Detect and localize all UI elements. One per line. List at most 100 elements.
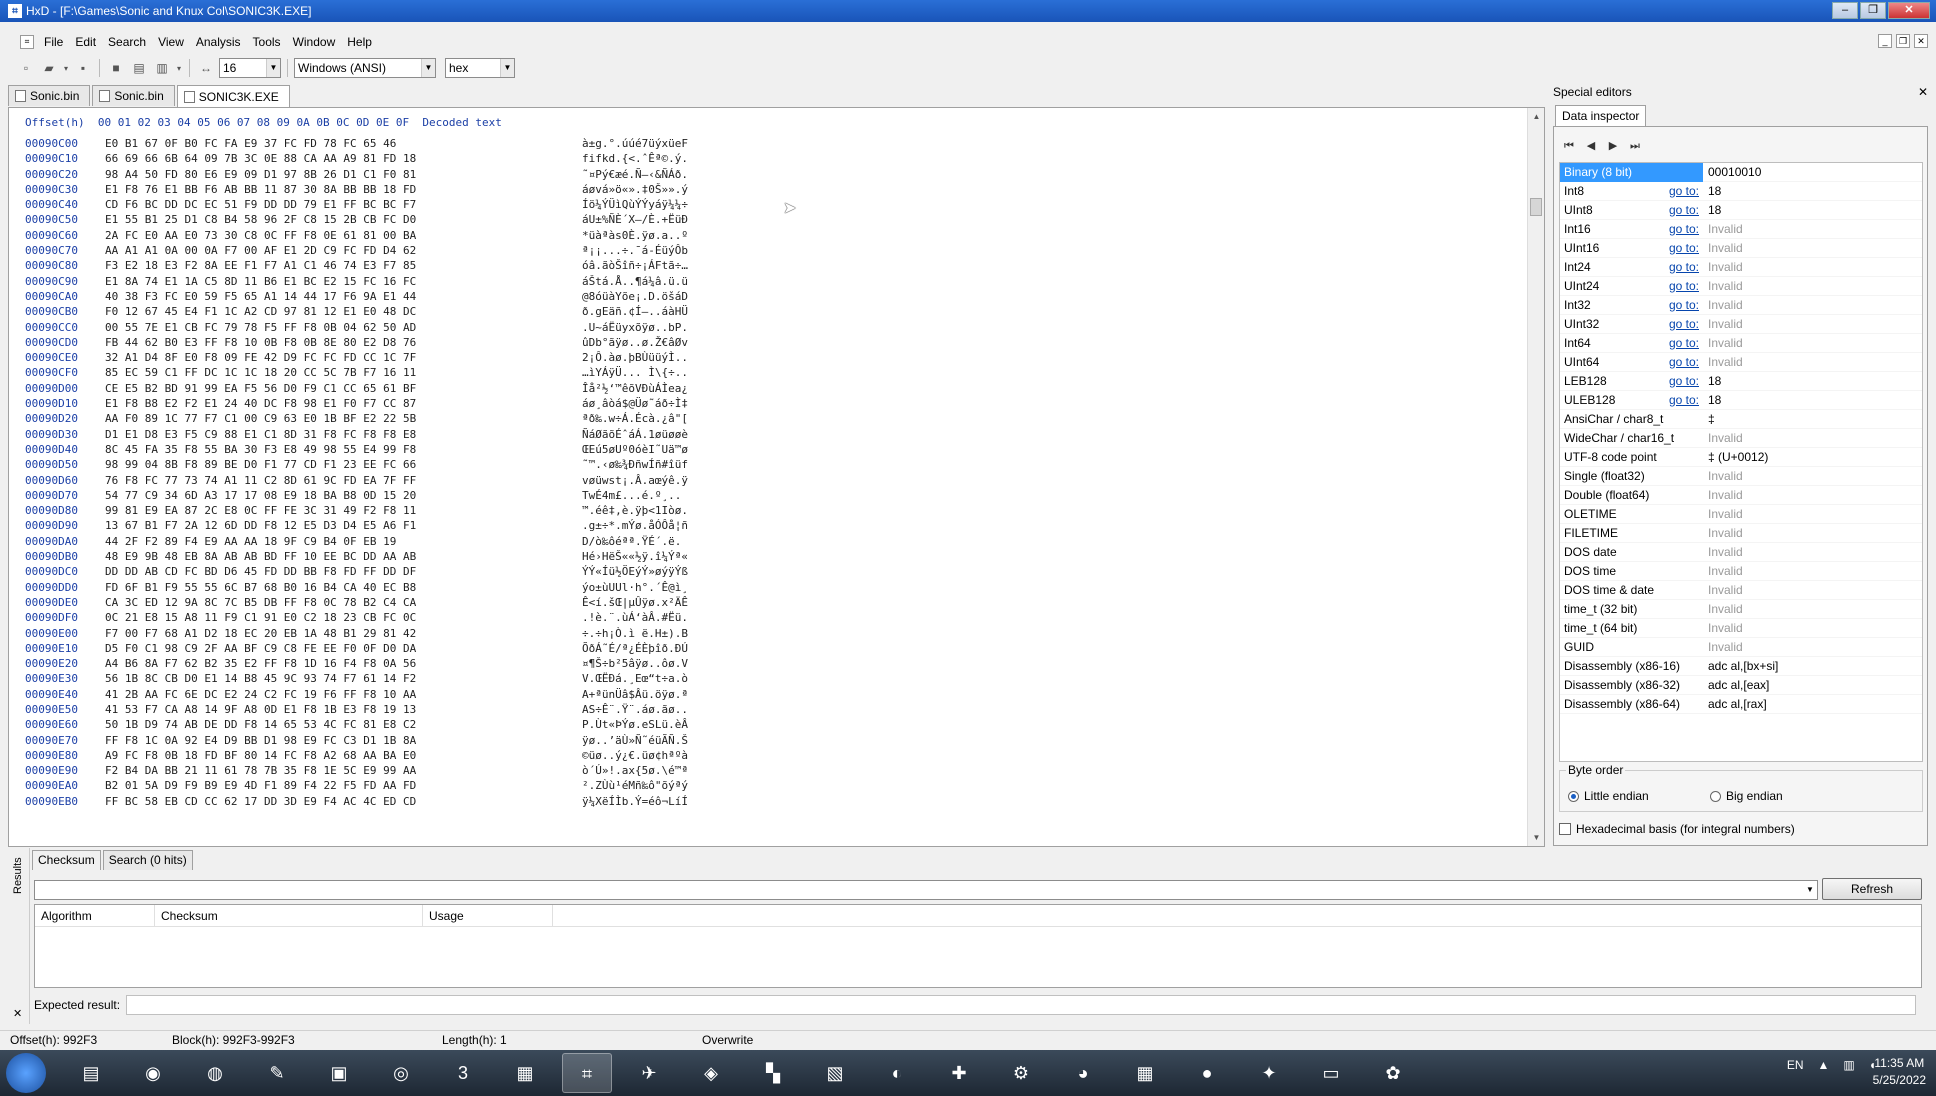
window-icon[interactable]: ▚ [748, 1053, 798, 1093]
scroll-down-icon[interactable]: ▼ [1528, 829, 1544, 846]
tab-search[interactable]: Search (0 hits) [102, 850, 193, 870]
steam-icon[interactable]: ⚙ [996, 1053, 1046, 1093]
mdi-restore-icon[interactable]: ❐ [1896, 34, 1910, 48]
row-decoded-text[interactable]: ÿ¼XëÍÌb.Ý=éô¬LíÍ [582, 794, 688, 809]
hex-row[interactable]: 00090C30 E1 F8 76 E1 BB F6 AB BB 11 87 30… [25, 182, 688, 197]
go-to-link[interactable]: go to: [1669, 201, 1699, 220]
discord-icon[interactable]: ◍ [190, 1053, 240, 1093]
language-indicator[interactable]: EN [1787, 1058, 1804, 1072]
inspector-row[interactable]: Disassembly (x86-64) adc al,[rax] [1560, 695, 1922, 714]
row-bytes[interactable]: 40 38 F3 FC E0 59 F5 65 A1 14 44 17 F6 9… [105, 289, 582, 304]
row-decoded-text[interactable]: ÕðÁ˜É/ª¿ÉÈþîð.ÐÚ [582, 641, 688, 656]
export-icon[interactable]: ▤ [129, 58, 149, 78]
inspector-value[interactable]: Invalid [1703, 488, 1922, 502]
row-bytes[interactable]: D1 E1 D8 E3 F5 C9 88 E1 C1 8D 31 F8 FC F… [105, 427, 582, 442]
inspector-value[interactable]: ‡ [1703, 412, 1922, 426]
go-to-link[interactable]: go to: [1669, 182, 1699, 201]
hex-row[interactable]: 00090C90 E1 8A 74 E1 1A C5 8D 11 B6 E1 BC… [25, 274, 688, 289]
inspector-value[interactable]: Invalid [1703, 564, 1922, 578]
inspector-value[interactable]: Invalid [1703, 355, 1922, 369]
row-bytes[interactable]: A4 B6 8A F7 62 B2 35 E2 FF F8 1D 16 F4 F… [105, 656, 582, 671]
tab-sonic-bin-1[interactable]: Sonic.bin [8, 85, 91, 106]
row-decoded-text[interactable]: ŒEú5øUº0óèI˜Uä™ø [582, 442, 688, 457]
inspector-row[interactable]: UTF-8 code point ‡ (U+0012) [1560, 448, 1922, 467]
inspector-row[interactable]: GUID Invalid [1560, 638, 1922, 657]
row-decoded-text[interactable]: ©üø..ý¿€.üø¢hªºà [582, 748, 688, 763]
row-bytes[interactable]: F2 B4 DA BB 21 11 61 78 7B 35 F8 1E 5C E… [105, 763, 582, 778]
inspector-row[interactable]: ULEB128 go to: 18 [1560, 391, 1922, 410]
inspector-row[interactable]: Single (float32) Invalid [1560, 467, 1922, 486]
sonic3-air-icon[interactable]: 3 [438, 1053, 488, 1093]
hex-row[interactable]: 00090EA0 B2 01 5A D9 F9 B9 E9 4D F1 89 F4… [25, 778, 688, 793]
go-to-link[interactable]: go to: [1669, 372, 1699, 391]
go-to-link[interactable]: go to: [1669, 277, 1699, 296]
last-icon[interactable]: ⏭ [1626, 137, 1644, 155]
row-decoded-text[interactable]: 2¡Ô.àø.þBÙüüýÌ.. [582, 350, 688, 365]
hxd-taskbar-icon[interactable]: ⌗ [562, 1053, 612, 1093]
hex-row[interactable]: 00090E30 56 1B 8C CB D0 E1 14 B8 45 9C 93… [25, 671, 688, 686]
row-bytes[interactable]: FF F8 1C 0A 92 E4 D9 BB D1 98 E9 FC C3 D… [105, 733, 582, 748]
tab-checksum[interactable]: Checksum [32, 850, 101, 870]
row-bytes[interactable]: 66 69 66 6B 64 09 7B 3C 0E 88 CA AA A9 8… [105, 151, 582, 166]
hex-row[interactable]: 00090E10 D5 F0 C1 98 C9 2F AA BF C9 C8 FE… [25, 641, 688, 656]
open-dropdown-icon[interactable]: ▾ [62, 58, 70, 78]
inspector-value[interactable]: Invalid [1703, 621, 1922, 635]
inspector-value[interactable]: Invalid [1703, 469, 1922, 483]
inspector-value[interactable]: 18 [1703, 184, 1922, 198]
file-explorer-icon[interactable]: ▤ [66, 1053, 116, 1093]
twitch-icon[interactable]: ▣ [314, 1053, 364, 1093]
close-panel-icon[interactable]: ✕ [1918, 85, 1928, 99]
row-bytes[interactable]: AA A1 A1 0A 00 0A F7 00 AF E1 2D C9 FC F… [105, 243, 582, 258]
row-decoded-text[interactable]: áøvá»ö«».‡0Š»».ý [582, 182, 688, 197]
cat-icon[interactable]: ✦ [1244, 1053, 1294, 1093]
hex-row[interactable]: 00090D30 D1 E1 D8 E3 F5 C9 88 E1 C1 8D 31… [25, 427, 688, 442]
hex-row[interactable]: 00090DF0 0C 21 E8 15 A8 11 F9 C1 91 E0 C2… [25, 610, 688, 625]
row-decoded-text[interactable]: Ê<í.šŒ|µÛÿø.x²ÄÊ [582, 595, 688, 610]
row-bytes[interactable]: 48 E9 9B 48 EB 8A AB AB BD FF 10 EE BC D… [105, 549, 582, 564]
minimize-button[interactable]: – [1832, 2, 1858, 19]
hex-row[interactable]: 00090D10 E1 F8 B8 E2 F2 E1 24 40 DC F8 98… [25, 396, 688, 411]
editor-icon[interactable]: ▧ [810, 1053, 860, 1093]
inspector-row[interactable]: time_t (64 bit) Invalid [1560, 619, 1922, 638]
row-decoded-text[interactable]: à±g.°.úúé7üýxüeF [582, 136, 688, 151]
row-decoded-text[interactable]: P.Ùt«ÞÝø.eSLü.èÂ [582, 717, 688, 732]
hex-row[interactable]: 00090E40 41 2B AA FC 6E DC E2 24 C2 FC 19… [25, 687, 688, 702]
go-to-link[interactable]: go to: [1669, 391, 1699, 410]
column-checksum[interactable]: Checksum [155, 904, 423, 927]
character-icon[interactable]: ✿ [1368, 1053, 1418, 1093]
inspector-row[interactable]: Int64 go to: Invalid [1560, 334, 1922, 353]
row-decoded-text[interactable]: áŠtá.Å..¶á¼â.ü.ü [582, 274, 688, 289]
expected-result-field[interactable] [126, 995, 1917, 1015]
go-to-link[interactable]: go to: [1669, 220, 1699, 239]
clock[interactable]: 11:35 AM 5/25/2022 [1873, 1055, 1926, 1089]
hex-row[interactable]: 00090E50 41 53 F7 CA A8 14 9F A8 0D E1 F8… [25, 702, 688, 717]
row-bytes[interactable]: FF BC 58 EB CD CC 62 17 DD 3D E9 F4 AC 4… [105, 794, 582, 809]
row-decoded-text[interactable]: ².ZÙù¹éMñ‰ô"õýªý [582, 778, 688, 793]
menu-help[interactable]: Help [341, 35, 378, 49]
row-decoded-text[interactable]: Hé›HëŠ««½ÿ.î¼Ýª« [582, 549, 688, 564]
row-bytes[interactable]: 41 2B AA FC 6E DC E2 24 C2 FC 19 F6 FF F… [105, 687, 582, 702]
inspector-value[interactable]: 18 [1703, 393, 1922, 407]
inspector-value[interactable]: Invalid [1703, 602, 1922, 616]
hex-row[interactable]: 00090C10 66 69 66 6B 64 09 7B 3C 0E 88 CA… [25, 151, 688, 166]
hex-rows[interactable]: 00090C00 E0 B1 67 0F B0 FC FA E9 37 FC FD… [25, 136, 688, 809]
inspector-value[interactable]: Invalid [1703, 298, 1922, 312]
paint-icon[interactable]: ✎ [252, 1053, 302, 1093]
inspector-row[interactable]: OLETIME Invalid [1560, 505, 1922, 524]
inspector-value[interactable]: ‡ (U+0012) [1703, 450, 1922, 464]
row-bytes[interactable]: 98 A4 50 FD 80 E6 E9 09 D1 97 8B 26 D1 C… [105, 167, 582, 182]
row-bytes[interactable]: 44 2F F2 89 F4 E9 AA AA 18 9F C9 B4 0F E… [105, 534, 582, 549]
row-bytes[interactable]: F3 E2 18 E3 F2 8A EE F1 F7 A1 C1 46 74 E… [105, 258, 582, 273]
inspector-value[interactable]: 18 [1703, 203, 1922, 217]
calculator-icon[interactable]: ▦ [1120, 1053, 1170, 1093]
inspector-row[interactable]: UInt64 go to: Invalid [1560, 353, 1922, 372]
hex-row[interactable]: 00090DA0 44 2F F2 89 F4 E9 AA AA 18 9F C9… [25, 534, 688, 549]
go-to-link[interactable]: go to: [1669, 239, 1699, 258]
row-bytes[interactable]: E1 F8 76 E1 BB F6 AB BB 11 87 30 8A BB B… [105, 182, 582, 197]
terminal-icon[interactable]: ▭ [1306, 1053, 1356, 1093]
hex-row[interactable]: 00090CD0 FB 44 62 B0 E3 FF F8 10 0B F8 0B… [25, 335, 688, 350]
row-bytes[interactable]: F0 12 67 45 E4 F1 1C A2 CD 97 81 12 E1 E… [105, 304, 582, 319]
row-bytes[interactable]: CD F6 BC DD DC EC 51 F9 DD DD 79 E1 FF B… [105, 197, 582, 212]
firefox-icon[interactable]: ◉ [128, 1053, 178, 1093]
hex-row[interactable]: 00090C00 E0 B1 67 0F B0 FC FA E9 37 FC FD… [25, 136, 688, 151]
